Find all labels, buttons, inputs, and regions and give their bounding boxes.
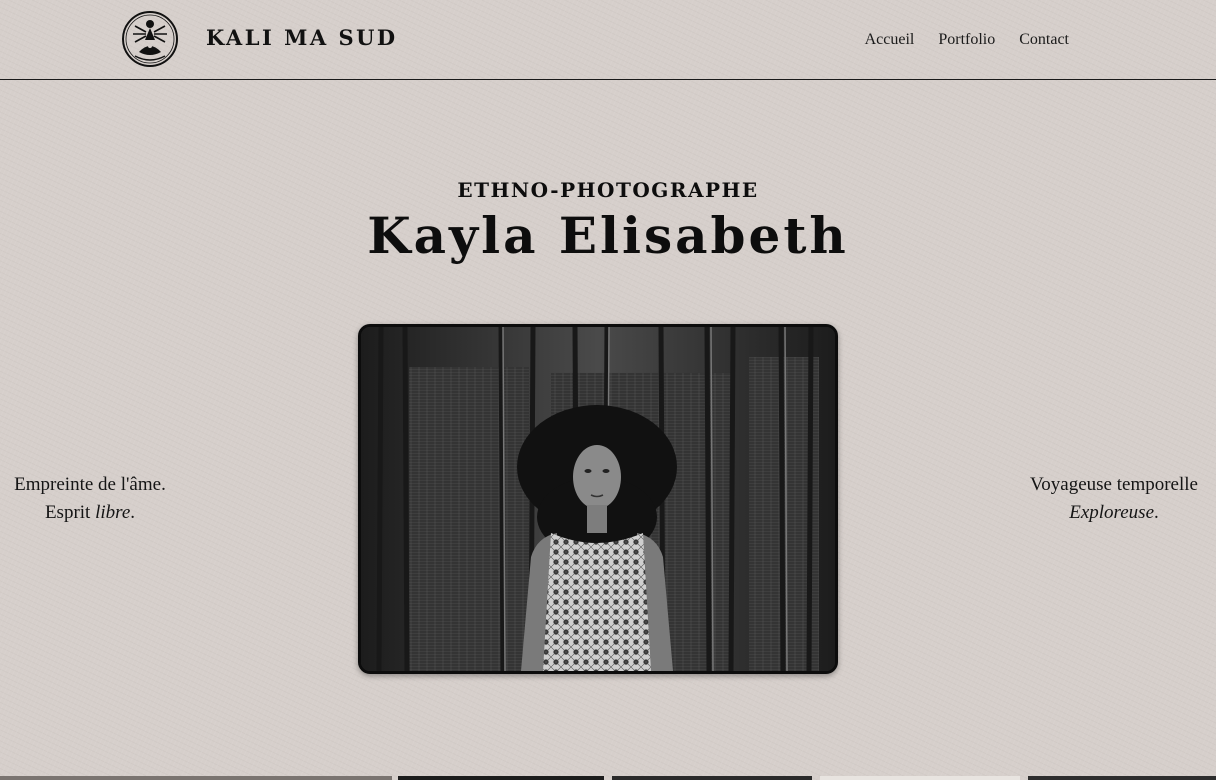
quote-right-line1: Voyageuse temporelle (1030, 474, 1198, 495)
brand-name[interactable]: KALI MA SUD (206, 24, 398, 52)
quote-left-line2: Esprit libre. (0, 499, 180, 527)
quote-right-suffix: . (1154, 502, 1159, 523)
hero-subtitle: ETHNO-PHOTOGRAPHE (457, 178, 759, 202)
gallery-thumb[interactable] (820, 776, 1020, 780)
quote-left: Empreinte de l'âme. Esprit libre. (0, 471, 180, 527)
gallery-strip (0, 776, 1216, 780)
main-nav: Accueil Portfolio Contact (865, 30, 1069, 50)
site-header: KALI MA SUD Accueil Portfolio Contact (0, 0, 1216, 80)
quote-left-emphasis: libre (95, 502, 131, 523)
nav-link-contact[interactable]: Contact (1019, 30, 1069, 50)
portrait-photo (358, 324, 838, 674)
gallery-thumb[interactable] (612, 776, 812, 780)
gallery-thumb[interactable] (1028, 776, 1216, 780)
quote-left-line1: Empreinte de l'âme. (14, 474, 166, 495)
nav-link-portfolio[interactable]: Portfolio (938, 30, 995, 50)
gallery-thumb[interactable] (398, 776, 604, 780)
hero-title: Kayla Elisabeth (367, 206, 849, 265)
quote-left-suffix: . (130, 502, 136, 523)
quote-right-emphasis: Exploreuse (1069, 502, 1155, 523)
quote-left-prefix: Esprit (44, 502, 96, 523)
gallery-thumb[interactable] (0, 776, 392, 780)
nav-link-accueil[interactable]: Accueil (865, 30, 915, 50)
goddess-emblem-icon[interactable] (121, 10, 179, 68)
quote-right: Voyageuse temporelle Exploreuse. (1022, 471, 1206, 527)
quote-right-line2: Exploreuse. (1022, 499, 1206, 527)
